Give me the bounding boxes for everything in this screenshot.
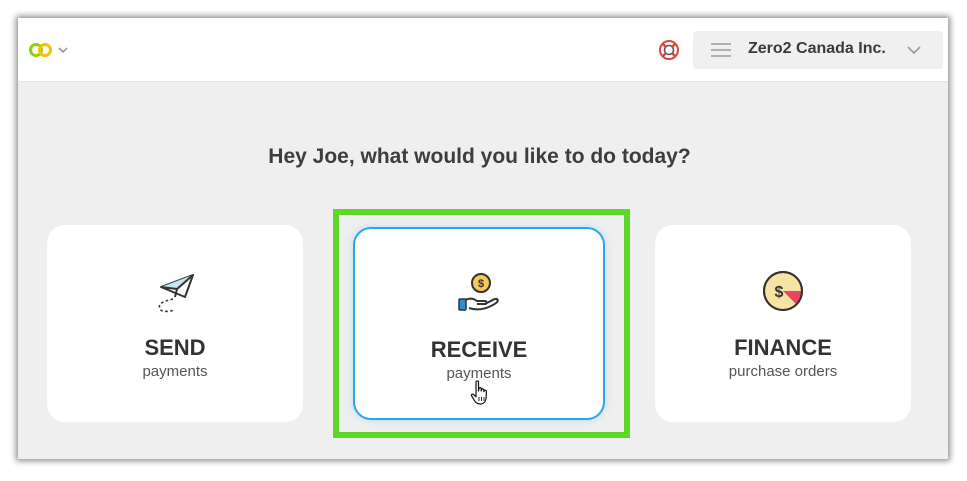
card-title: RECEIVE [430, 337, 528, 362]
company-name: Zero2 Canada Inc. [748, 40, 886, 57]
company-selector[interactable]: Zero2 Canada Inc. [693, 31, 943, 69]
help-button[interactable] [658, 39, 680, 61]
svg-text:$: $ [478, 278, 484, 290]
dollar-gauge-icon: $ [763, 271, 803, 311]
card-title: FINANCE [734, 335, 832, 360]
svg-text:$: $ [775, 284, 784, 301]
paper-plane-icon [158, 274, 194, 313]
lifebuoy-icon [659, 40, 679, 60]
app-window: Zero2 Canada Inc. Hey Joe, what would yo… [18, 18, 948, 459]
hand-coin-icon: $ [458, 273, 499, 311]
chevron-down-icon [907, 46, 921, 55]
greeting-heading: Hey Joe, what would you like to do today… [268, 145, 691, 168]
app-switcher[interactable] [28, 40, 74, 60]
card-subtitle: payments [142, 363, 208, 380]
send-payments-card[interactable]: SEND payments [47, 225, 303, 422]
hand-pointer-cursor-icon [470, 380, 487, 405]
app-logo-icon [29, 43, 68, 57]
finance-purchase-orders-card[interactable]: $ FINANCE purchase orders [655, 225, 911, 422]
top-bar: Zero2 Canada Inc. [18, 18, 948, 82]
card-subtitle: purchase orders [728, 363, 838, 380]
menu-icon [711, 43, 731, 57]
card-title: SEND [144, 335, 206, 360]
